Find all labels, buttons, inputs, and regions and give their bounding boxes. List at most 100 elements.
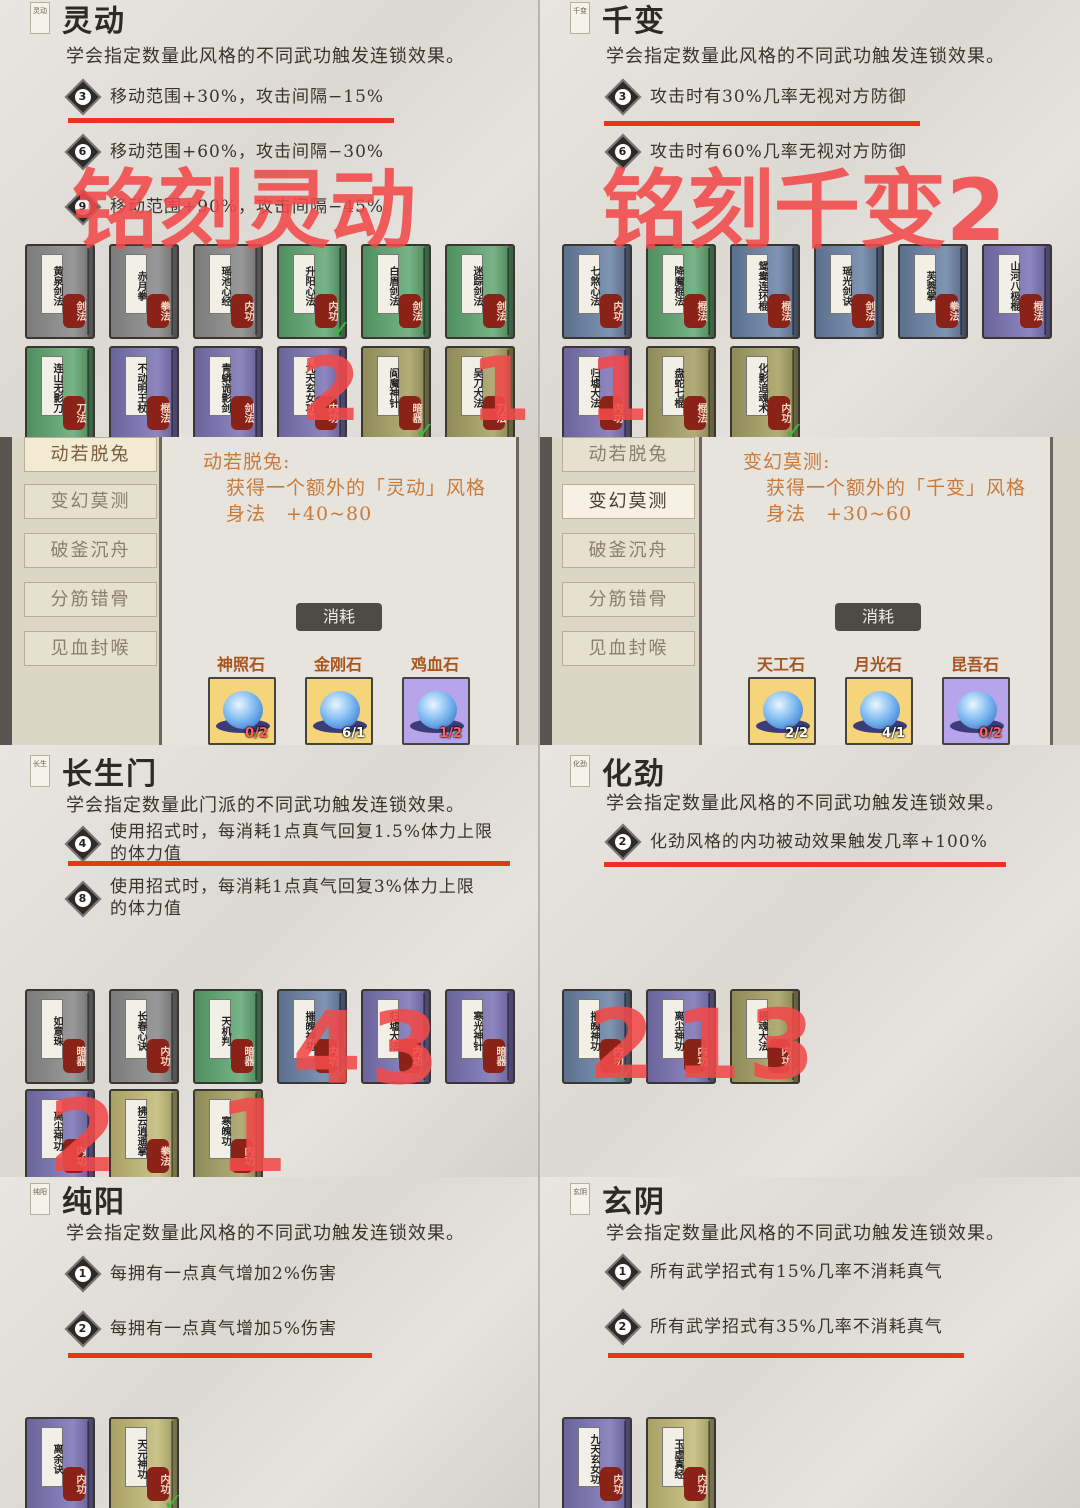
gem-name: 金刚石 bbox=[313, 655, 362, 674]
book-title: 鸳鸯连环棍 bbox=[746, 254, 768, 314]
martial-book[interactable]: 天机判 暗器 bbox=[193, 989, 263, 1084]
panel-description: 学会指定数量此门派的不同武功触发连锁效果。 bbox=[66, 795, 465, 816]
gem-name: 神照石 bbox=[216, 655, 265, 674]
book-type-stamp: 棍法 bbox=[147, 396, 169, 430]
red-underline bbox=[68, 118, 394, 123]
engrave-info-title: 动若脱兔: bbox=[203, 451, 291, 473]
book-type-stamp: 剑法 bbox=[483, 294, 505, 328]
book-title: 盘蛇七棍 bbox=[662, 356, 684, 416]
tab-bian-huan-mo-ce[interactable]: 变幻莫测 bbox=[562, 484, 695, 519]
book-title: 寒光神针 bbox=[461, 999, 483, 1059]
book-type-stamp: 拳法 bbox=[147, 1139, 169, 1173]
overlay-mark: 1 bbox=[218, 1078, 288, 1178]
book-title: 降魔棍法 bbox=[662, 254, 684, 314]
gem-slot[interactable]: 4/1 bbox=[845, 677, 913, 745]
book-title: 瑶光剑诀 bbox=[830, 254, 852, 314]
book-type-stamp: 剑法 bbox=[852, 294, 874, 328]
book-spine bbox=[624, 248, 626, 335]
tab-fen-jin-cuo-gu[interactable]: 分筋错骨 bbox=[562, 582, 695, 617]
book-type-stamp: 剑法 bbox=[399, 294, 421, 328]
gem-slot[interactable]: 2/2 bbox=[748, 677, 816, 745]
panel-description: 学会指定数量此风格的不同武功触发连锁效果。 bbox=[606, 1223, 1005, 1244]
book-title: 九天玄女功 bbox=[578, 1427, 600, 1487]
book-type-stamp: 暗器 bbox=[231, 1039, 253, 1073]
book-spine bbox=[255, 350, 257, 437]
gem-slot[interactable]: 0/2 bbox=[942, 677, 1010, 745]
style-tag-icon: 玄阴 bbox=[570, 1183, 590, 1215]
panel-title: 长生门 bbox=[62, 757, 158, 792]
martial-book[interactable]: 不动明王杖 棍法 bbox=[109, 346, 179, 437]
panel-chunyang: 纯阳 纯阳 学会指定数量此风格的不同武功触发连锁效果。 1 每拥有一点真气增加2… bbox=[0, 1177, 538, 1508]
book-title: 阎魔神针 bbox=[377, 356, 399, 416]
martial-book[interactable]: 长春心诀 内功 bbox=[109, 989, 179, 1084]
martial-book[interactable]: 寒光神针 暗器 bbox=[445, 989, 515, 1084]
martial-book[interactable]: 离余诀 内功 bbox=[25, 1417, 95, 1508]
book-title: 七煞心法 bbox=[578, 254, 600, 314]
martial-book[interactable]: 九天玄女功 内功 bbox=[562, 1417, 632, 1508]
book-type-stamp: 内功 bbox=[684, 1467, 706, 1501]
tab-bian-huan-mo-ce[interactable]: 变幻莫测 bbox=[24, 484, 157, 519]
frame-edge bbox=[1050, 437, 1080, 745]
tab-dong-ruo-tuo-tu[interactable]: 动若脱兔 bbox=[562, 437, 695, 472]
martial-book[interactable]: 天元神功 内功 ✓ bbox=[109, 1417, 183, 1508]
martial-book[interactable]: 阎魔神针 暗器 ✓ bbox=[361, 346, 435, 437]
book-spine bbox=[708, 1421, 710, 1508]
tab-po-fu-chen-zhou[interactable]: 破釜沉舟 bbox=[562, 533, 695, 568]
martial-book[interactable]: 化影追魂术 内功 ✓ bbox=[730, 346, 804, 437]
gem-icon bbox=[320, 691, 360, 729]
style-tag-icon: 灵动 bbox=[30, 2, 50, 34]
tab-po-fu-chen-zhou[interactable]: 破釜沉舟 bbox=[24, 533, 157, 568]
book-title: 迷踪剑法 bbox=[461, 254, 483, 314]
tab-dong-ruo-tuo-tu[interactable]: 动若脱兔 bbox=[24, 437, 157, 472]
martial-book[interactable]: 如意珠 暗器 bbox=[25, 989, 95, 1084]
martial-book[interactable]: 盘蛇七棍 棍法 bbox=[646, 346, 716, 437]
engrave-info-title: 变幻莫测: bbox=[743, 451, 831, 473]
effect-text: 移动范围+30%，攻击间隔−15% bbox=[110, 87, 385, 107]
style-tag-icon: 纯阳 bbox=[30, 1183, 50, 1215]
book-spine bbox=[87, 350, 89, 437]
panel-description: 学会指定数量此风格的不同武功触发连锁效果。 bbox=[66, 1223, 465, 1244]
book-type-stamp: 剑法 bbox=[63, 294, 85, 328]
tier-diamond-icon: 3 bbox=[64, 78, 102, 116]
panel-huajin: 化劲 化劲 学会指定数量此风格的不同武功触发连锁效果。 2 化劲风格的内功被动效… bbox=[540, 745, 1080, 1177]
book-title: 升阳心法 bbox=[293, 254, 315, 314]
panel-header: 长生 长生门 bbox=[30, 749, 158, 793]
effect-text: 所有武学招式有35%几率不消耗真气 bbox=[650, 1317, 943, 1337]
martial-book[interactable]: 青蟒诡影剑 剑法 bbox=[193, 346, 263, 437]
book-title: 拂云逍遥掌 bbox=[125, 1099, 147, 1159]
book-spine bbox=[507, 248, 509, 335]
engrave-panel-right: 动若脱兔 变幻莫测 破釜沉舟 分筋错骨 见血封喉 变幻莫测: 获得一个额外的「千… bbox=[540, 437, 1080, 745]
tier-diamond-icon: 1 bbox=[604, 1253, 642, 1291]
book-spine bbox=[87, 1421, 89, 1508]
effect-text: 所有武学招式有15%几率不消耗真气 bbox=[650, 1262, 943, 1282]
martial-book[interactable]: 拂云逍遥掌 拳法 bbox=[109, 1089, 179, 1177]
gem-slot[interactable]: 0/2 bbox=[208, 677, 276, 745]
martial-book[interactable]: 玉虚真经 内功 bbox=[646, 1417, 716, 1508]
engrave-info-line: 获得一个额外的「千变」风格 bbox=[766, 477, 1027, 499]
gem-slot[interactable]: 1/2 bbox=[402, 677, 470, 745]
tab-jian-xue-feng-hou[interactable]: 见血封喉 bbox=[24, 631, 157, 666]
book-spine bbox=[255, 993, 257, 1080]
book-title: 山河八极棍 bbox=[998, 254, 1020, 314]
checkmark-icon: ✓ bbox=[783, 417, 804, 437]
book-type-stamp: 内功 bbox=[147, 1039, 169, 1073]
gem-icon bbox=[860, 691, 900, 729]
martial-book[interactable]: 连山无影刀 刀法 bbox=[25, 346, 95, 437]
tab-fen-jin-cuo-gu[interactable]: 分筋错骨 bbox=[24, 582, 157, 617]
gem-slot[interactable]: 6/1 bbox=[305, 677, 373, 745]
book-spine bbox=[87, 248, 89, 335]
book-type-stamp: 内功 bbox=[63, 1467, 85, 1501]
panel-description: 学会指定数量此风格的不同武功触发连锁效果。 bbox=[66, 46, 465, 67]
tier-diamond-icon: 4 bbox=[64, 825, 102, 863]
martial-book[interactable]: 迷踪剑法 剑法 bbox=[445, 244, 515, 339]
panel-description: 学会指定数量此风格的不同武功触发连锁效果。 bbox=[606, 793, 1005, 814]
book-type-stamp: 拳法 bbox=[147, 294, 169, 328]
tier-diamond-icon: 2 bbox=[604, 823, 642, 861]
book-spine bbox=[87, 993, 89, 1080]
engrave-panel-left: 动若脱兔 变幻莫测 破釜沉舟 分筋错骨 见血封喉 动若脱兔: 获得一个额外的「灵… bbox=[0, 437, 538, 745]
overlay-annotation: 铭刻灵动 bbox=[72, 161, 416, 261]
tab-jian-xue-feng-hou[interactable]: 见血封喉 bbox=[562, 631, 695, 666]
effect-text: 使用招式时，每消耗1点真气回复1.5%体力上限 bbox=[110, 822, 494, 842]
tier-diamond-icon: 3 bbox=[604, 78, 642, 116]
overlay-mark: 1 bbox=[470, 338, 532, 437]
